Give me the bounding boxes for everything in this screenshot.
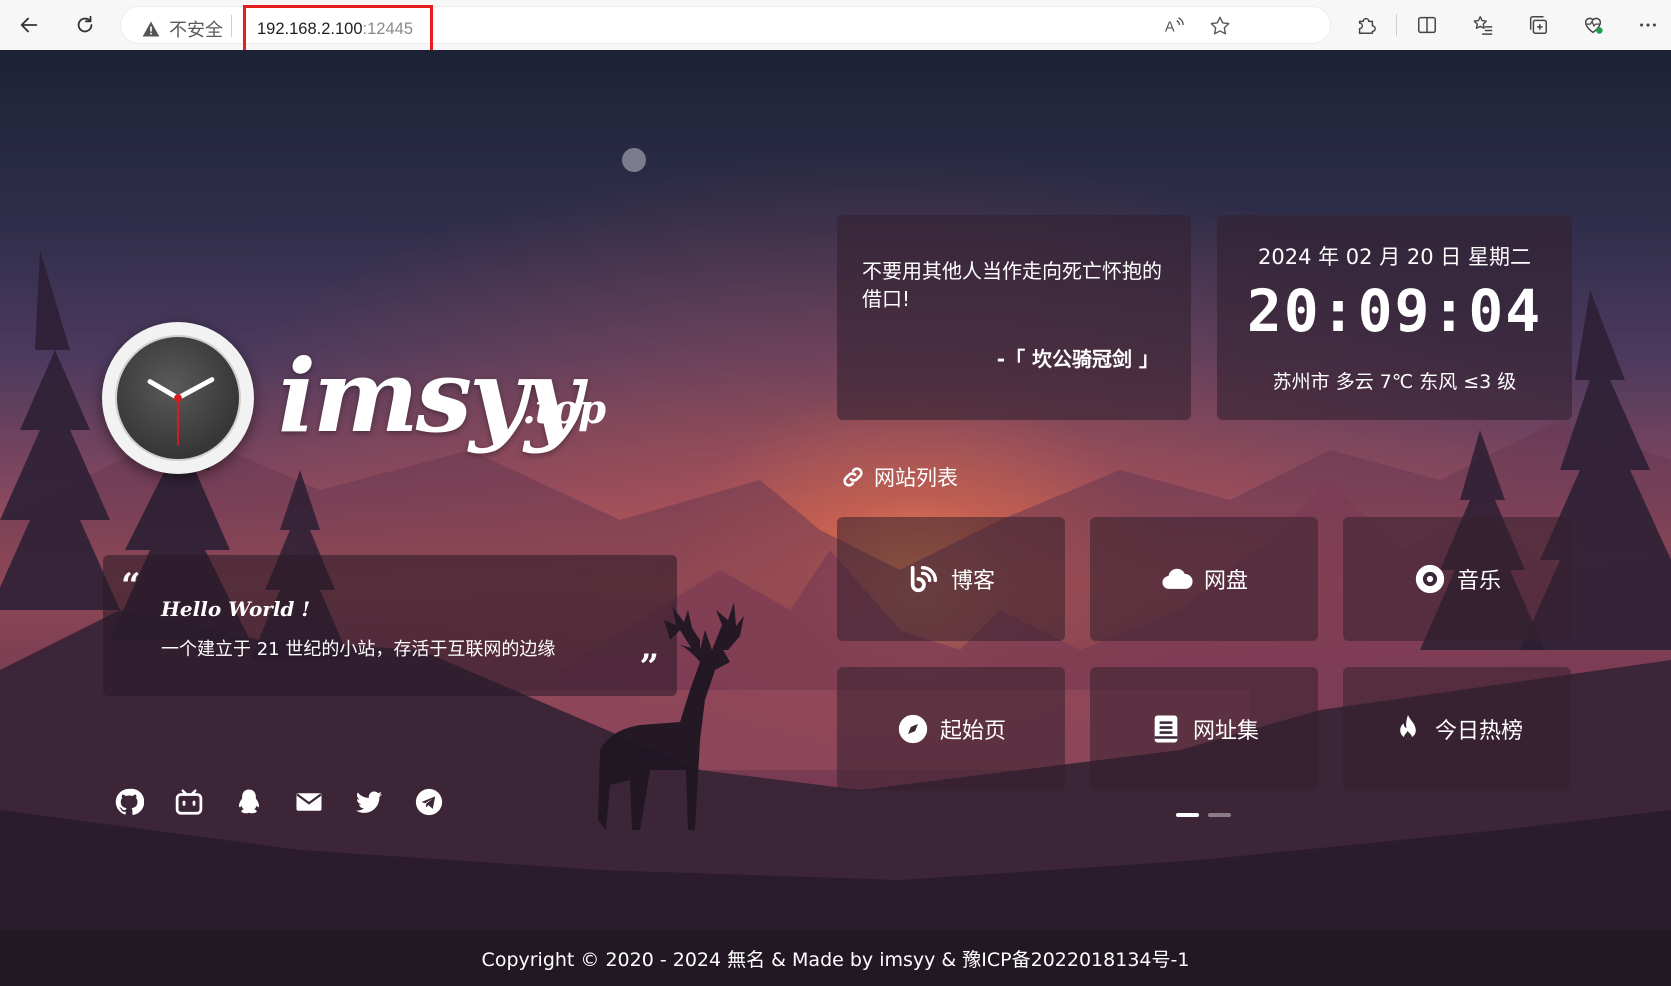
back-arrow-icon bbox=[20, 17, 38, 33]
quote-card[interactable]: 不要用其他人当作走向死亡怀抱的借口! -「 坎公骑冠剑 」 bbox=[837, 215, 1191, 420]
site-link-label: 起始页 bbox=[939, 719, 1006, 744]
homepage: imsyy .top “ Hello World ! 一个建立于 21 世纪的小… bbox=[0, 50, 1671, 986]
reload-icon bbox=[77, 15, 93, 33]
social-links bbox=[114, 787, 444, 817]
footer: Copyright © 2020 - 2024 無名 & Made by ims… bbox=[0, 930, 1671, 986]
site-list-pagination bbox=[1176, 813, 1231, 817]
site-link-label: 网盘 bbox=[1203, 569, 1248, 594]
security-indicator[interactable]: 不安全 bbox=[141, 16, 223, 42]
qq-icon bbox=[239, 789, 259, 814]
read-aloud-icon[interactable]: A bbox=[1163, 15, 1185, 37]
current-date: 2024 年 02 月 20 日 星期二 bbox=[1258, 245, 1531, 269]
favorite-star-icon[interactable] bbox=[1209, 15, 1231, 37]
favorites-button[interactable] bbox=[1470, 12, 1496, 38]
extensions-button[interactable] bbox=[1353, 12, 1379, 38]
site-link-hot-list[interactable]: 今日热榜 bbox=[1343, 667, 1571, 791]
site-link-cloud[interactable]: 网盘 bbox=[1090, 517, 1318, 641]
quote-source: -「 坎公骑冠剑 」 bbox=[996, 347, 1159, 371]
link-icon bbox=[843, 467, 863, 487]
split-screen-button[interactable] bbox=[1414, 12, 1440, 38]
hitokoto-card[interactable]: “ Hello World ! 一个建立于 21 世纪的小站，存活于互联网的边缘… bbox=[103, 555, 677, 696]
email-link[interactable] bbox=[294, 787, 324, 817]
close-quote-icon: ” bbox=[639, 647, 659, 687]
cloud-icon bbox=[1162, 568, 1193, 589]
url-host: 192.168.2.100 bbox=[257, 19, 363, 38]
motto-hello: Hello World ! bbox=[161, 597, 311, 621]
favorites-list-icon bbox=[1473, 16, 1493, 35]
site-link-label: 博客 bbox=[950, 569, 995, 594]
book-icon bbox=[1154, 715, 1178, 743]
telegram-icon bbox=[415, 788, 443, 816]
github-link[interactable] bbox=[114, 787, 144, 817]
split-screen-icon bbox=[1418, 16, 1436, 34]
site-link-startpage[interactable]: 起始页 bbox=[837, 667, 1065, 791]
site-link-bookmarks[interactable]: 网址集 bbox=[1090, 667, 1318, 791]
collections-button[interactable] bbox=[1525, 12, 1551, 38]
site-link-blog[interactable]: 博客 bbox=[837, 517, 1065, 641]
blog-icon bbox=[910, 565, 938, 593]
current-time: 20:09:04 bbox=[1246, 277, 1543, 345]
fire-icon bbox=[1400, 714, 1416, 742]
address-divider bbox=[231, 15, 232, 37]
toolbar-divider bbox=[1396, 14, 1397, 36]
weather-info: 苏州市 多云 7℃ 东风 ≤3 级 bbox=[1272, 371, 1517, 393]
music-icon bbox=[1415, 564, 1445, 594]
settings-more-button[interactable] bbox=[1635, 12, 1661, 38]
address-bar[interactable]: 不安全 192.168.2.100:12445 A bbox=[120, 5, 1331, 53]
browser-essentials-button[interactable] bbox=[1580, 12, 1606, 38]
twitter-link[interactable] bbox=[354, 787, 384, 817]
url-text[interactable]: 192.168.2.100:12445 bbox=[243, 5, 433, 53]
logo-clock-icon bbox=[102, 322, 254, 474]
email-icon bbox=[296, 793, 322, 811]
back-button[interactable] bbox=[12, 8, 46, 42]
quote-text: 不要用其他人当作走向死亡怀抱的借口! bbox=[862, 259, 1162, 311]
pagination-dot-2[interactable] bbox=[1208, 813, 1231, 817]
warning-icon bbox=[142, 21, 160, 37]
security-label: 不安全 bbox=[169, 20, 223, 41]
site-link-label: 网址集 bbox=[1192, 719, 1259, 744]
svg-text:A: A bbox=[1165, 20, 1175, 36]
site-list-title: 网站列表 bbox=[874, 466, 958, 490]
site-link-label: 今日热榜 bbox=[1434, 719, 1523, 744]
heart-pulse-icon bbox=[1584, 17, 1603, 34]
site-link-label: 音乐 bbox=[1456, 569, 1501, 594]
pagination-dot-1[interactable] bbox=[1176, 813, 1199, 817]
footer-copyright[interactable]: Copyright © 2020 - 2024 無名 & Made by ims… bbox=[482, 945, 1190, 972]
moon-decoration bbox=[622, 148, 646, 172]
compass-icon bbox=[898, 714, 928, 744]
motto-text: 一个建立于 21 世纪的小站，存活于互联网的边缘 bbox=[161, 639, 556, 660]
site-list-heading: 网站列表 bbox=[840, 462, 958, 492]
collections-icon bbox=[1529, 16, 1547, 34]
open-quote-icon: “ bbox=[121, 566, 141, 606]
twitter-icon bbox=[355, 791, 383, 813]
url-port: :12445 bbox=[362, 19, 413, 38]
reload-button[interactable] bbox=[68, 8, 102, 42]
more-icon bbox=[1640, 23, 1656, 27]
bilibili-icon bbox=[175, 789, 203, 815]
time-weather-card: 2024 年 02 月 20 日 星期二 20:09:04 苏州市 多云 7℃ … bbox=[1217, 215, 1572, 420]
site-link-music[interactable]: 音乐 bbox=[1343, 517, 1571, 641]
site-logo-tld: .top bbox=[522, 386, 606, 433]
qq-link[interactable] bbox=[234, 787, 264, 817]
github-icon bbox=[115, 788, 144, 815]
browser-toolbar: 不安全 192.168.2.100:12445 A bbox=[0, 0, 1671, 53]
bilibili-link[interactable] bbox=[174, 787, 204, 817]
puzzle-icon bbox=[1358, 17, 1376, 34]
telegram-link[interactable] bbox=[414, 787, 444, 817]
